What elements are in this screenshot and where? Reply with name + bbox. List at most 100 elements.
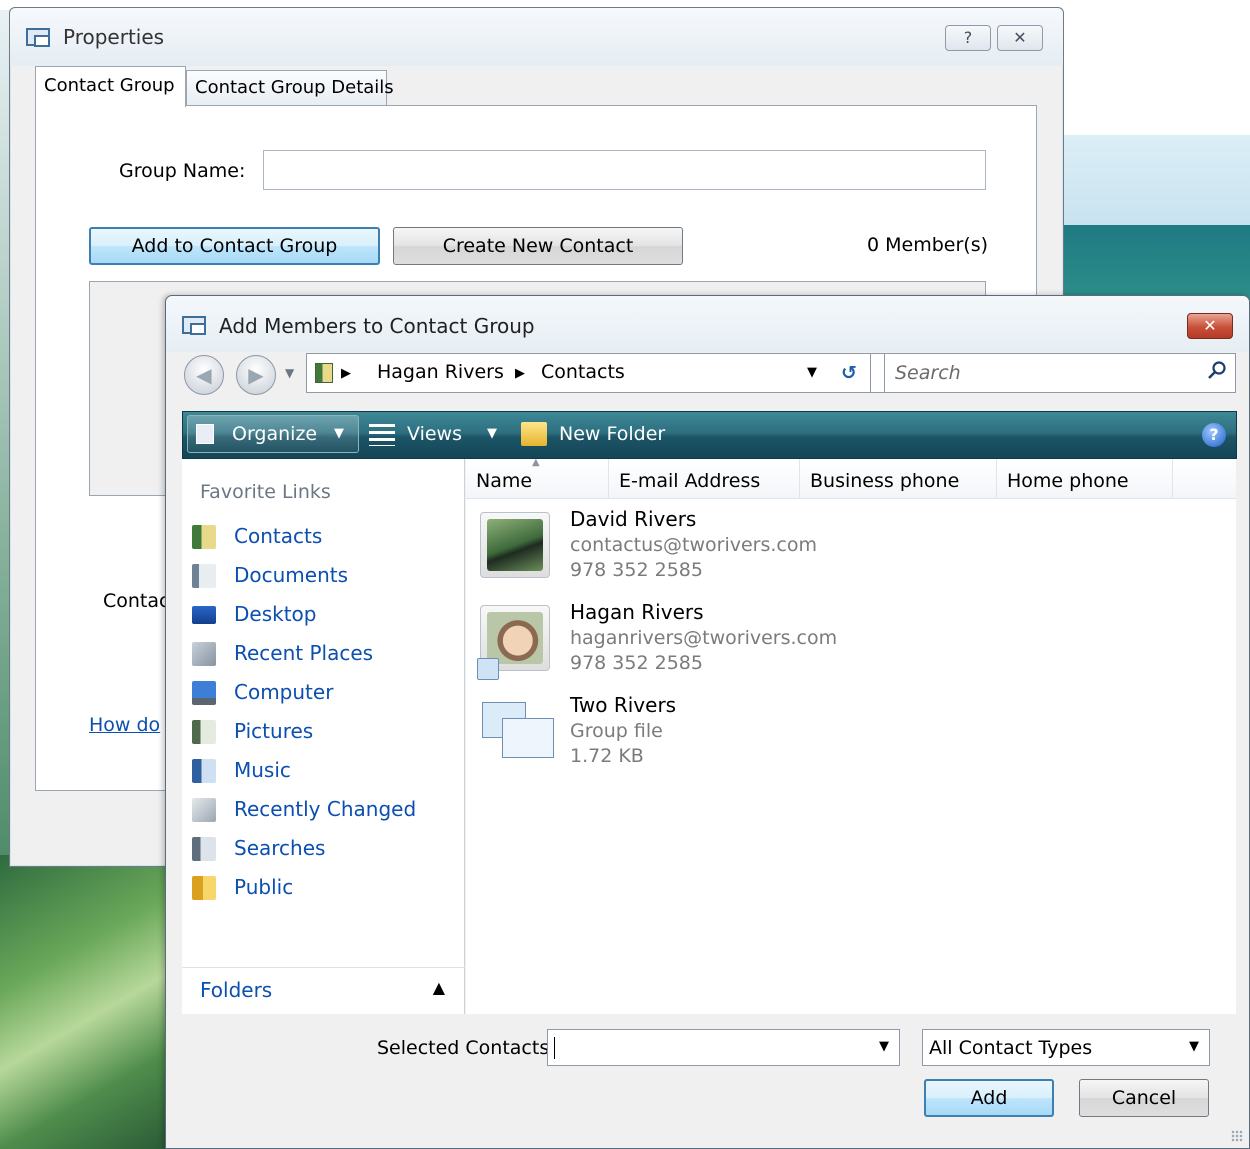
documents-icon [192,564,216,588]
breadcrumb-separator-icon[interactable]: ▶ [515,366,525,381]
contact-type-select[interactable]: All Contact Types ▼ [922,1029,1210,1066]
help-button[interactable]: ? [945,25,991,51]
favorite-label: Desktop [234,602,317,626]
chevron-down-icon[interactable]: ▼ [1189,1039,1199,1054]
tab-contact-group[interactable]: Contact Group [35,66,186,107]
file-type: Group file [570,720,663,742]
close-button[interactable]: ✕ [997,25,1043,51]
favorite-label: Recently Changed [234,797,417,821]
group-card-front [502,718,554,758]
column-header-business-phone[interactable]: Business phone [800,459,997,499]
add-to-contact-group-button[interactable]: Add to Contact Group [89,227,380,265]
contact-group-window-icon [26,28,50,47]
favorite-label: Searches [234,836,326,860]
back-button[interactable]: ◀ [184,355,224,395]
contact-email: contactus@tworivers.com [570,534,818,556]
breadcrumb-contacts[interactable]: Contacts [541,361,625,383]
organize-button[interactable]: Organize ▼ [187,415,359,453]
favorite-links-header: Favorite Links [200,481,331,503]
me-badge-icon [477,658,499,680]
contact-name: Two Rivers [570,693,677,717]
organize-icon [196,424,214,444]
tab-contact-group-details[interactable]: Contact Group Details [186,70,394,106]
music-icon [192,759,216,783]
breadcrumb-hagan-rivers[interactable]: Hagan Rivers [377,361,504,383]
folders-label: Folders [200,978,273,1002]
contact-email: haganrivers@tworivers.com [570,627,838,649]
list-item[interactable]: Hagan Rivers haganrivers@tworivers.com 9… [476,599,1176,687]
contacts-folder-icon [315,363,333,383]
contact-name: Hagan Rivers [570,600,704,624]
file-size: 1.72 KB [570,745,644,767]
contact-type-value: All Contact Types [929,1037,1093,1059]
forward-button[interactable]: ▶ [236,355,276,395]
column-label: Business phone [810,470,960,492]
favorite-label: Music [234,758,291,782]
column-header-home-phone[interactable]: Home phone [997,459,1173,499]
add-button[interactable]: Add [924,1079,1054,1117]
selected-contacts-input[interactable]: ▼ [547,1029,900,1066]
breadcrumb-separator-icon[interactable]: ▶ [341,366,351,381]
column-label: E-mail Address [619,470,761,492]
list-item[interactable]: David Rivers contactus@tworivers.com 978… [476,506,1176,594]
contact-label-partial: Contac [103,590,170,612]
dialog-title: Add Members to Contact Group [219,314,535,338]
address-dropdown-icon[interactable]: ▼ [796,353,828,393]
contacts-icon [192,525,216,549]
selected-contacts-label: Selected Contacts: [377,1037,556,1059]
dialog-close-button[interactable]: ✕ [1187,313,1233,339]
column-header-email[interactable]: E-mail Address [609,459,800,499]
recently-changed-icon [192,798,216,822]
organize-label: Organize [232,423,318,445]
views-button[interactable]: Views ▼ [369,412,509,458]
cancel-button[interactable]: Cancel [1079,1079,1209,1117]
add-members-dialog: Add Members to Contact Group ✕ ◀ ▶ ▼ ▶ H… [165,295,1250,1149]
new-folder-button[interactable]: New Folder [521,412,681,458]
sort-ascending-icon: ▲ [532,457,540,468]
favorite-label: Pictures [234,719,314,743]
column-header-name[interactable]: ▲ Name [466,457,609,499]
text-caret [554,1037,555,1059]
properties-title: Properties [63,25,165,49]
views-label: Views [407,423,462,445]
contact-picture [487,519,543,571]
organize-dropdown-icon: ▼ [334,426,344,441]
favorite-label: Documents [234,563,349,587]
contact-photo [477,605,550,680]
views-icon [369,424,395,446]
help-icon[interactable]: ? [1202,423,1226,447]
search-icon[interactable] [1207,360,1227,380]
recent-places-icon [192,642,216,666]
column-header-blank [1173,459,1236,499]
contact-phone: 978 352 2585 [570,559,703,581]
contact-group-window-icon [182,316,206,335]
refresh-icon[interactable]: ↺ [828,353,871,393]
search-placeholder: Search [895,362,961,384]
navigation-pane: Favorite Links Contacts Documents Deskto… [182,459,465,1014]
pictures-icon [192,720,216,744]
search-box[interactable]: Search [884,353,1236,393]
contact-photo [480,512,550,578]
list-item[interactable]: Two Rivers Group file 1.72 KB [476,692,1176,780]
command-toolbar: Organize ▼ Views ▼ New Folder ? [182,411,1237,459]
resize-grip[interactable] [1231,1130,1243,1142]
views-dropdown-icon: ▼ [487,426,497,441]
member-count: 0 Member(s) [867,234,989,256]
background-window-strip [1060,135,1250,225]
new-folder-icon [521,422,547,446]
how-do-link[interactable]: How do [89,714,160,736]
favorite-label: Recent Places [234,641,374,665]
properties-titlebar[interactable]: Properties ? ✕ [10,8,1063,66]
group-file-icon [480,698,554,764]
recent-pages-dropdown-icon[interactable]: ▼ [285,366,294,380]
group-name-input[interactable] [263,150,986,190]
chevron-down-icon[interactable]: ▼ [879,1039,889,1054]
chevron-up-icon[interactable]: ▲ [433,978,445,997]
column-label: Home phone [1007,470,1129,492]
contact-name: David Rivers [570,507,697,531]
new-folder-label: New Folder [559,423,666,445]
dialog-titlebar[interactable]: Add Members to Contact Group ✕ [166,296,1249,352]
folders-toggle[interactable]: Folders ▲ [182,967,465,1014]
create-new-contact-button[interactable]: Create New Contact [393,227,683,265]
group-name-label: Group Name: [119,160,246,182]
